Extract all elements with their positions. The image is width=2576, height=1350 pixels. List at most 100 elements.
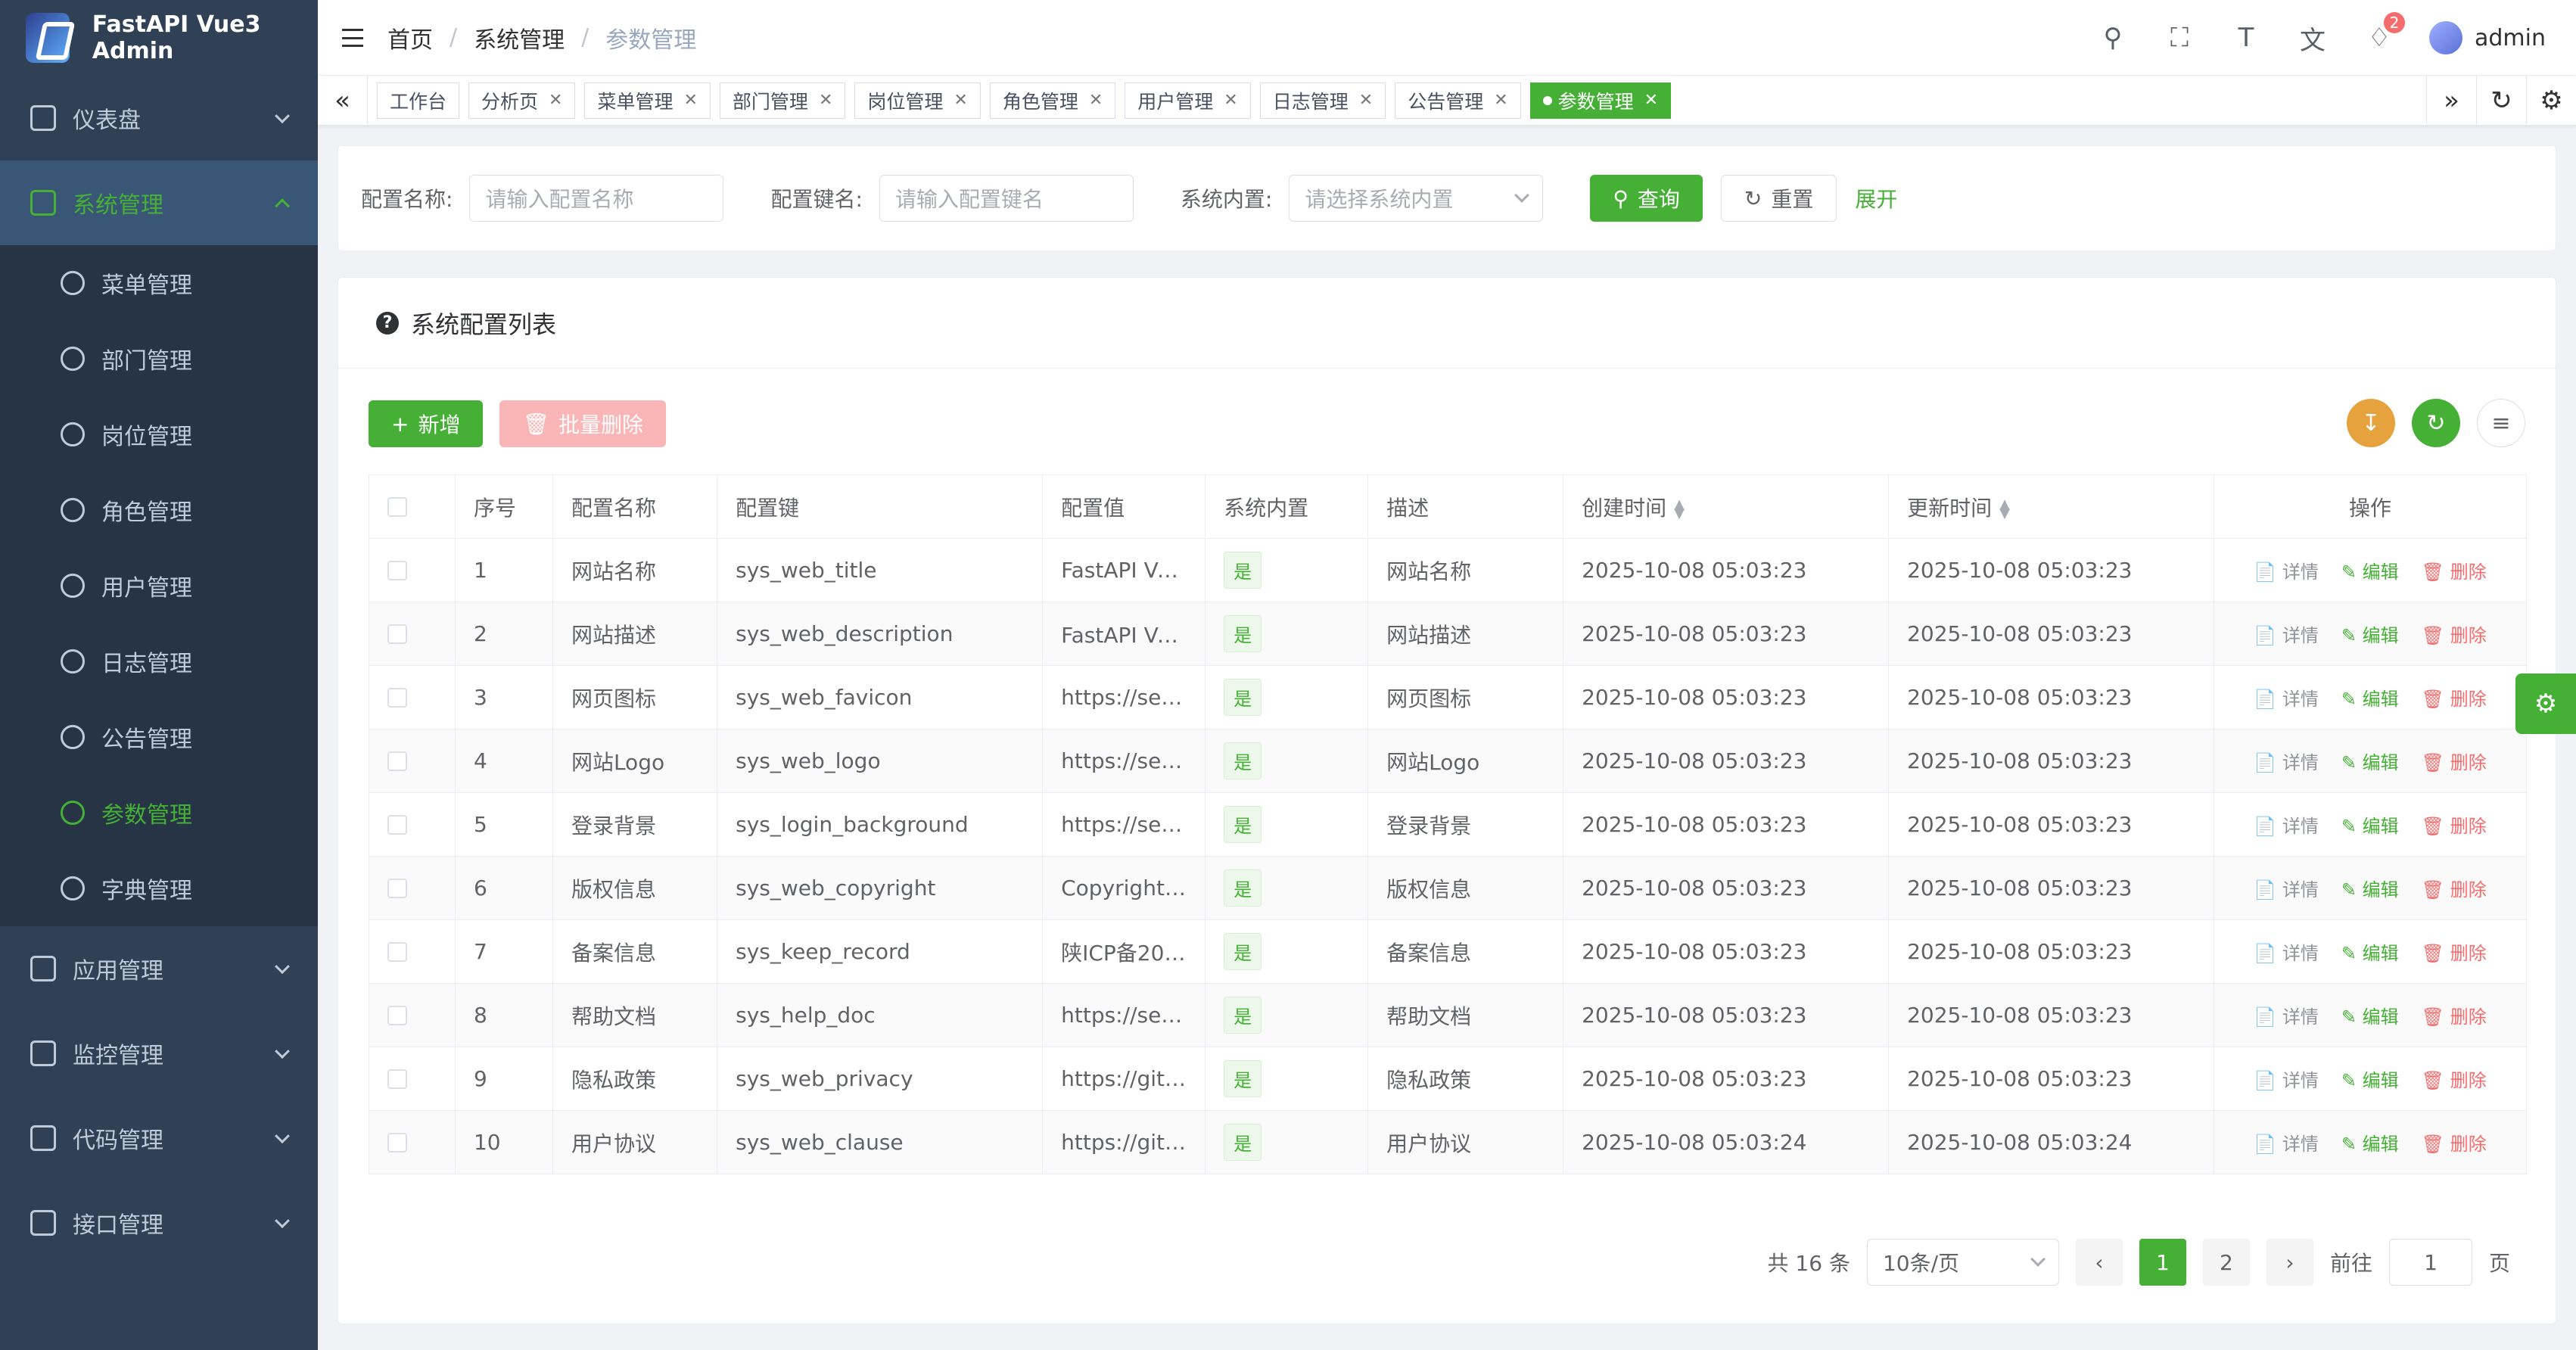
username[interactable]: admin: [2475, 25, 2546, 51]
config-name-input[interactable]: 请输入配置名称: [469, 175, 724, 222]
table-row[interactable]: 6版权信息sys_web_copyrightCopyright © 2025-2…: [369, 856, 2527, 920]
sidebar-menu-item[interactable]: 应用管理: [0, 926, 318, 1011]
table-row[interactable]: 8帮助文档sys_help_dochttps://service.fastapi…: [369, 983, 2527, 1047]
translate-icon[interactable]: 文: [2296, 21, 2329, 56]
edit-button[interactable]: ✎ 编辑: [2341, 557, 2399, 583]
page-1-button[interactable]: 1: [2139, 1239, 2186, 1286]
delete-button[interactable]: 🗑 删除: [2422, 875, 2487, 901]
font-size-icon[interactable]: T: [2229, 21, 2263, 54]
tab-tag[interactable]: 岗位管理 ✕: [854, 82, 981, 119]
query-button[interactable]: ⚲ 查询: [1590, 175, 1703, 222]
row-select[interactable]: [369, 1110, 456, 1174]
config-key-input[interactable]: 请输入配置键名: [879, 175, 1134, 222]
checkbox[interactable]: [387, 878, 407, 898]
sort-icon[interactable]: ▲ ▼: [1674, 497, 1685, 520]
goto-page-input[interactable]: 1: [2388, 1239, 2472, 1286]
sort-icon[interactable]: ▲ ▼: [1999, 497, 2010, 520]
tab-tag[interactable]: 日志管理 ✕: [1259, 82, 1386, 119]
close-icon[interactable]: ✕: [1359, 91, 1373, 110]
checkbox[interactable]: [387, 624, 407, 644]
sidebar-subitem[interactable]: 字典管理: [0, 851, 318, 926]
close-icon[interactable]: ✕: [1644, 91, 1658, 110]
refresh-icon[interactable]: ↻: [2412, 399, 2460, 447]
checkbox[interactable]: [387, 814, 407, 835]
tab-tag[interactable]: 菜单管理 ✕: [584, 82, 711, 119]
add-button[interactable]: + 新增: [369, 400, 484, 447]
checkbox[interactable]: [387, 751, 407, 771]
tab-tag[interactable]: 工作台: [377, 82, 460, 119]
detail-button[interactable]: 📄 详情: [2254, 1065, 2319, 1092]
table-row[interactable]: 7备案信息sys_keep_record陕ICP备2025069493号-1是备…: [369, 919, 2527, 984]
gear-icon[interactable]: ⚙: [2526, 76, 2576, 126]
row-select[interactable]: [369, 856, 456, 920]
menu-toggle-icon[interactable]: [342, 28, 363, 47]
download-icon[interactable]: ↧: [2347, 399, 2395, 447]
column-settings-icon[interactable]: ≡: [2477, 399, 2525, 447]
edit-button[interactable]: ✎ 编辑: [2341, 875, 2399, 901]
breadcrumb-home[interactable]: 首页: [387, 21, 433, 54]
page-2-button[interactable]: 2: [2202, 1239, 2250, 1286]
delete-button[interactable]: 🗑 删除: [2422, 557, 2487, 583]
sidebar-menu-item[interactable]: 监控管理: [0, 1011, 318, 1096]
question-icon[interactable]: ?: [376, 311, 399, 334]
sidebar-subitem[interactable]: 公告管理: [0, 699, 318, 775]
edit-button[interactable]: ✎ 编辑: [2341, 938, 2399, 965]
detail-button[interactable]: 📄 详情: [2254, 684, 2319, 711]
menu-dashboard[interactable]: 仪表盘: [0, 76, 318, 160]
detail-button[interactable]: 📄 详情: [2254, 875, 2319, 901]
close-icon[interactable]: ✕: [1494, 91, 1507, 110]
delete-button[interactable]: 🗑 删除: [2422, 938, 2487, 965]
tab-tag[interactable]: 用户管理 ✕: [1125, 82, 1251, 119]
breadcrumb-system[interactable]: 系统管理: [474, 21, 565, 54]
close-icon[interactable]: ✕: [549, 91, 562, 110]
table-row[interactable]: 5登录背景sys_login_backgroundhttps://service…: [369, 792, 2527, 857]
next-page-button[interactable]: ›: [2266, 1239, 2313, 1286]
row-select[interactable]: [369, 538, 456, 602]
sidebar-subitem[interactable]: 参数管理: [0, 775, 318, 851]
delete-button[interactable]: 🗑 删除: [2422, 748, 2487, 774]
col-header-updated[interactable]: 更新时间 ▲ ▼: [1888, 474, 2215, 539]
logo[interactable]: FastAPI Vue3 Admin: [0, 0, 318, 76]
close-icon[interactable]: ✕: [1224, 91, 1237, 110]
table-row[interactable]: 4网站Logosys_web_logohttps://service.fasta…: [369, 729, 2527, 793]
edit-button[interactable]: ✎ 编辑: [2341, 684, 2399, 711]
tab-tag[interactable]: 公告管理 ✕: [1395, 82, 1521, 119]
checkbox[interactable]: [387, 941, 407, 962]
checkbox[interactable]: [387, 1005, 407, 1025]
row-select[interactable]: [369, 983, 456, 1047]
tab-tag[interactable]: 分析页 ✕: [468, 82, 576, 119]
detail-button[interactable]: 📄 详情: [2254, 1129, 2319, 1156]
close-icon[interactable]: ✕: [683, 91, 697, 110]
checkbox[interactable]: [387, 496, 407, 517]
delete-button[interactable]: 🗑 删除: [2422, 621, 2487, 647]
detail-button[interactable]: 📄 详情: [2254, 748, 2319, 774]
row-select[interactable]: [369, 919, 456, 984]
page-size-select[interactable]: 10条/页: [1866, 1239, 2059, 1286]
close-icon[interactable]: ✕: [819, 91, 832, 110]
table-row[interactable]: 1网站名称sys_web_titleFastAPI Vue3 Admin是网站名…: [369, 538, 2527, 602]
row-select[interactable]: [369, 792, 456, 857]
row-select[interactable]: [369, 602, 456, 666]
sidebar-subitem[interactable]: 部门管理: [0, 321, 318, 397]
tab-tag[interactable]: 参数管理 ✕: [1529, 82, 1672, 119]
table-row[interactable]: 2网站描述sys_web_descriptionFastAPI Vue3 Adm…: [369, 602, 2527, 666]
delete-button[interactable]: 🗑 删除: [2422, 1129, 2487, 1156]
settings-float-button[interactable]: ⚙: [2515, 673, 2576, 734]
checkbox[interactable]: [387, 1068, 407, 1089]
search-icon[interactable]: ⚲: [2096, 21, 2130, 54]
table-row[interactable]: 10用户协议sys_web_clausehttps://github.com/1…: [369, 1110, 2527, 1174]
sidebar-subitem[interactable]: 用户管理: [0, 548, 318, 624]
expand-link[interactable]: 展开: [1855, 183, 1897, 213]
menu-system[interactable]: 系统管理: [0, 160, 318, 245]
delete-button[interactable]: 🗑 删除: [2422, 684, 2487, 711]
row-select[interactable]: [369, 1047, 456, 1111]
select-all-checkbox[interactable]: [369, 474, 456, 539]
sidebar-menu-item[interactable]: 接口管理: [0, 1180, 318, 1265]
edit-button[interactable]: ✎ 编辑: [2341, 1002, 2399, 1028]
detail-button[interactable]: 📄 详情: [2254, 938, 2319, 965]
sidebar-subitem[interactable]: 岗位管理: [0, 397, 318, 472]
table-row[interactable]: 9隐私政策sys_web_privacyhttps://github.com/1…: [369, 1047, 2527, 1111]
tags-scroll-right-icon[interactable]: »: [2426, 76, 2476, 126]
fullscreen-icon[interactable]: ⛶: [2163, 21, 2196, 54]
checkbox[interactable]: [387, 1132, 407, 1152]
